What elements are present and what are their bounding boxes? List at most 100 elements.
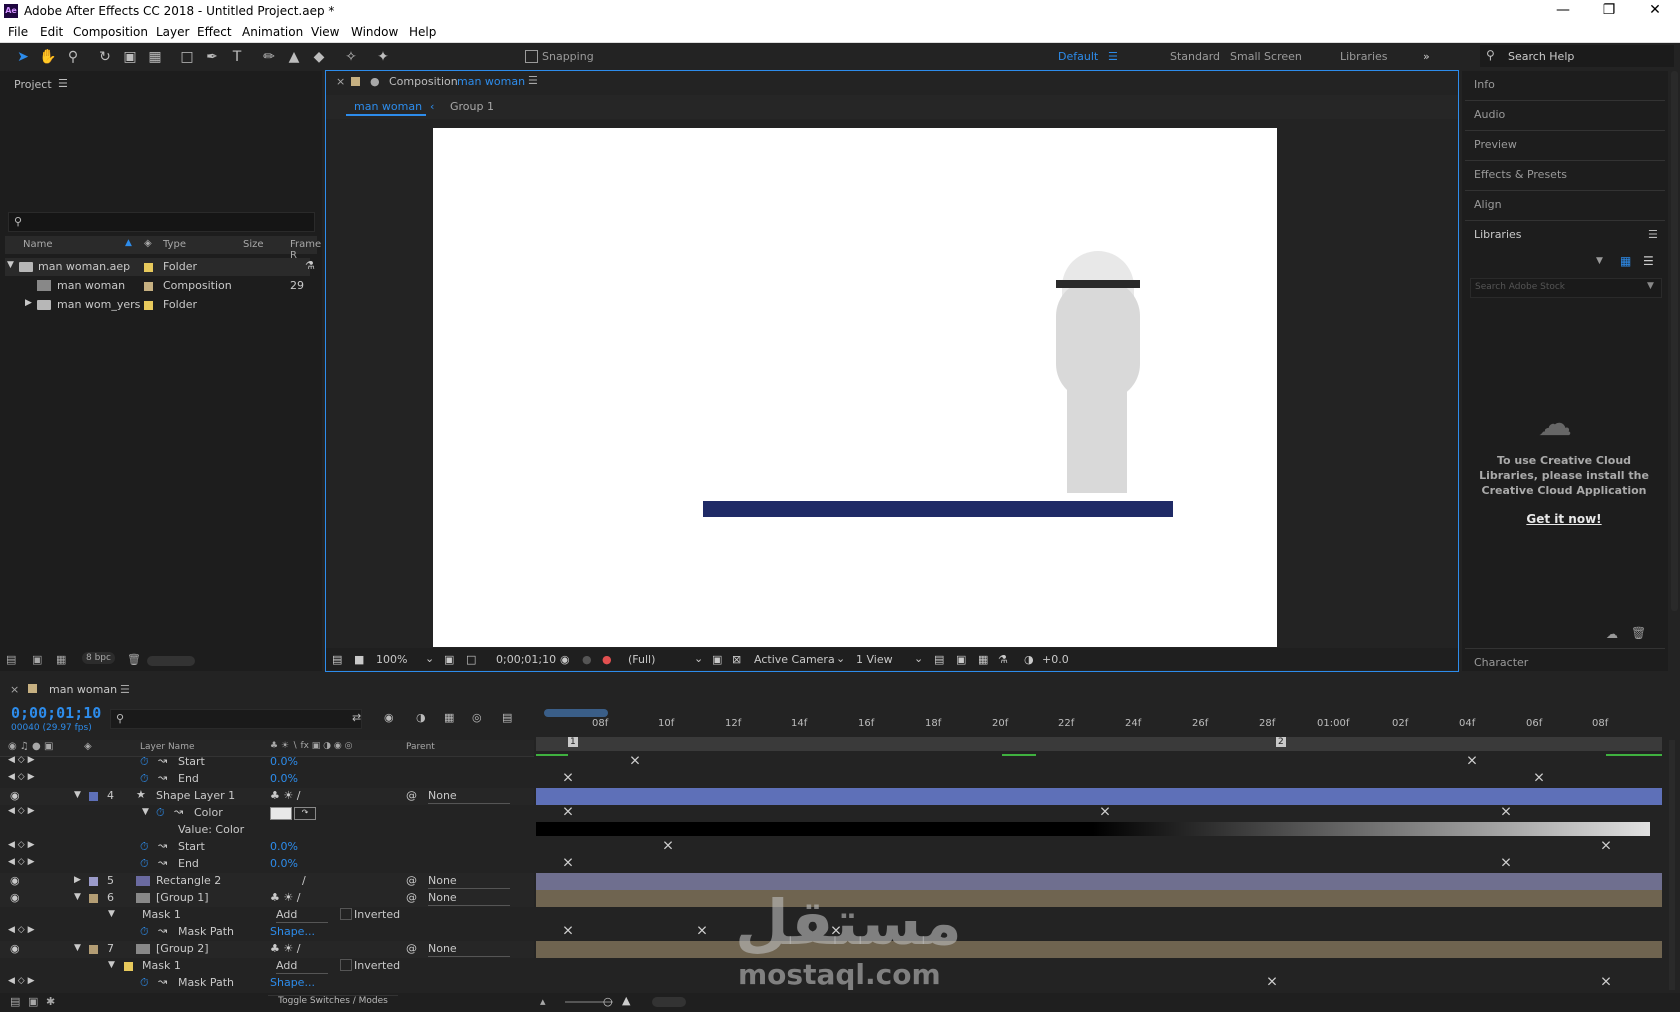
layer-name[interactable]: Rectangle 2: [156, 874, 221, 887]
timeline-comp-name[interactable]: man woman: [49, 683, 117, 696]
stopwatch-icon[interactable]: ⏱: [140, 840, 149, 854]
parent-dropdown[interactable]: None: [428, 789, 510, 804]
flowchart-icon[interactable]: ⚗: [998, 653, 1008, 666]
new-folder-icon[interactable]: ▣: [32, 653, 42, 666]
libraries-title[interactable]: Libraries: [1474, 228, 1522, 241]
stopwatch-icon[interactable]: ⏱: [140, 857, 149, 871]
stopwatch-icon[interactable]: ⏱: [140, 925, 149, 939]
comp-timecode[interactable]: 0;00;01;10: [496, 653, 556, 666]
type-tool-icon[interactable]: T: [226, 46, 248, 68]
marker-1[interactable]: 1: [568, 737, 578, 747]
current-time-display[interactable]: 0;00;01;10: [11, 704, 101, 722]
horizontal-scrollbar[interactable]: [652, 997, 686, 1007]
channel-rgb-icon[interactable]: ●: [602, 653, 612, 666]
graph-icon[interactable]: ↝: [158, 975, 167, 988]
keyframe-nav-icon[interactable]: ◀ ◇ ▶: [8, 857, 35, 867]
expand-triangle-icon[interactable]: ▶: [74, 875, 81, 885]
project-search-input[interactable]: ⚲: [8, 212, 315, 232]
workspace-default[interactable]: Default: [1058, 50, 1098, 63]
brush-tool-icon[interactable]: ✏: [258, 46, 280, 68]
camera-dropdown[interactable]: Active Camera: [754, 653, 835, 666]
keyframe-icon[interactable]: ⨉: [564, 927, 572, 937]
workspace-menu-icon[interactable]: ☰: [1108, 50, 1118, 63]
property-row[interactable]: ◀ ◇ ▶ ⏱ ↝ End 0.0%: [0, 856, 534, 873]
mask-mode-dropdown[interactable]: Add: [276, 908, 328, 923]
graph-editor-icon[interactable]: ▤: [502, 711, 512, 724]
selection-tool-icon[interactable]: ➤: [12, 46, 34, 68]
property-value[interactable]: 0.0%: [270, 772, 298, 785]
property-value[interactable]: Shape...: [270, 925, 315, 938]
col-size[interactable]: Size: [243, 239, 264, 250]
zoom-slider-handle[interactable]: ○: [603, 995, 613, 1008]
eye-icon[interactable]: ◉: [10, 874, 20, 887]
camera-tool-icon[interactable]: ▣: [119, 46, 141, 68]
panel-info[interactable]: Info: [1474, 78, 1495, 91]
property-row[interactable]: ◀ ◇ ▶ ⏱ ↝ End 0.0%: [0, 771, 534, 788]
stopwatch-icon[interactable]: ⏱: [140, 755, 149, 769]
toggle-switches-modes[interactable]: Toggle Switches / Modes: [268, 995, 398, 1010]
keyframe-nav-icon[interactable]: ◀ ◇ ▶: [8, 976, 35, 986]
roto-brush-tool-icon[interactable]: ✧: [340, 46, 362, 68]
panel-menu-icon[interactable]: ☰: [58, 77, 68, 90]
mask-row[interactable]: ▼ Mask 1 Add Inverted: [0, 958, 534, 975]
layer-row[interactable]: ◉ ▶ 5 Rectangle 2 ∕ @ None: [0, 873, 534, 890]
mask-name[interactable]: Mask 1: [142, 908, 181, 921]
draft-3d-icon[interactable]: ◉: [384, 711, 394, 724]
parent-dropdown[interactable]: None: [428, 874, 510, 889]
layer-duration-bar[interactable]: [536, 788, 1662, 805]
menu-help[interactable]: Help: [409, 25, 436, 39]
menu-edit[interactable]: Edit: [40, 25, 63, 39]
hand-tool-icon[interactable]: ✋: [37, 46, 59, 68]
layer-row[interactable]: ◉ ▼ 6 [Group 1] ♣ ☀ ∕ @ None: [0, 890, 534, 907]
toggle-pixel-aspect-icon[interactable]: ▤: [934, 653, 944, 666]
trash-icon[interactable]: 🗑: [1631, 626, 1646, 640]
col-type[interactable]: Type: [163, 239, 186, 250]
expand-triangle-icon[interactable]: ▼: [108, 909, 115, 919]
zoom-out-icon[interactable]: ▴: [540, 995, 546, 1008]
zoom-tool-icon[interactable]: ⚲: [62, 46, 84, 68]
stopwatch-icon[interactable]: ⏱: [140, 772, 149, 786]
new-composition-icon[interactable]: ▦: [56, 653, 66, 666]
frame-blending-icon[interactable]: ▦: [444, 711, 454, 724]
keyframe-icon[interactable]: ⨉: [564, 808, 572, 818]
color-swatch[interactable]: [270, 807, 292, 820]
panel-audio[interactable]: Audio: [1474, 108, 1505, 121]
view-layout-dropdown[interactable]: 1 View: [856, 653, 893, 666]
work-area-bar[interactable]: [536, 737, 1662, 751]
keyframe-nav-icon[interactable]: ◀ ◇ ▶: [8, 840, 35, 850]
label-swatch[interactable]: [89, 792, 98, 801]
col-parent[interactable]: Parent: [406, 742, 435, 752]
close-tab-icon[interactable]: ×: [10, 683, 19, 696]
property-row[interactable]: ◀ ◇ ▶ ▼ ⏱ ↝ Color ↷: [0, 805, 534, 822]
mask-mode-dropdown[interactable]: Add: [276, 959, 328, 974]
motion-blur-icon[interactable]: ◎: [472, 711, 482, 724]
expand-triangle-icon[interactable]: ▼: [142, 807, 149, 817]
grid-view-icon[interactable]: ▦: [1620, 254, 1631, 268]
layer-row[interactable]: ◉ ▼ 4 ★ Shape Layer 1 ♣ ☀ ∕ @ None: [0, 788, 534, 805]
bit-depth-button[interactable]: 8 bpc: [82, 652, 115, 664]
composition-canvas[interactable]: [433, 128, 1277, 647]
layer-name[interactable]: [Group 2]: [156, 942, 209, 955]
layer-switches-icon[interactable]: ▤: [10, 995, 20, 1008]
expand-triangle-icon[interactable]: ▼: [74, 790, 81, 800]
resolution-dropdown[interactable]: (Full): [628, 653, 655, 666]
cloud-sync-icon[interactable]: ☁: [1606, 627, 1618, 641]
mask-row[interactable]: ▼ Mask 1 Add Inverted: [0, 907, 534, 924]
layer-name[interactable]: [Group 1]: [156, 891, 209, 904]
breadcrumb-layer[interactable]: Group 1: [450, 100, 494, 113]
menu-layer[interactable]: Layer: [156, 25, 189, 39]
keyframe-nav-icon[interactable]: ◀ ◇ ▶: [8, 806, 35, 816]
keyframe-icon[interactable]: ⨉: [1535, 774, 1543, 784]
comp-tab-name[interactable]: man woman: [457, 75, 525, 88]
graph-icon[interactable]: ↝: [158, 839, 167, 852]
stopwatch-icon[interactable]: ⏱: [156, 806, 165, 820]
search-help-field[interactable]: ⚲ Search Help: [1480, 45, 1674, 67]
menu-composition[interactable]: Composition: [73, 25, 148, 39]
graph-icon[interactable]: ↝: [158, 754, 167, 767]
menu-window[interactable]: Window: [351, 25, 398, 39]
snapshot-camera-icon[interactable]: ◉: [560, 653, 570, 666]
property-row[interactable]: ◀ ◇ ▶ ⏱ ↝ Start 0.0%: [0, 839, 534, 856]
eye-icon[interactable]: ◉: [10, 891, 20, 904]
rectangle-tool-icon[interactable]: □: [176, 46, 198, 68]
marker-2[interactable]: 2: [1276, 737, 1286, 747]
